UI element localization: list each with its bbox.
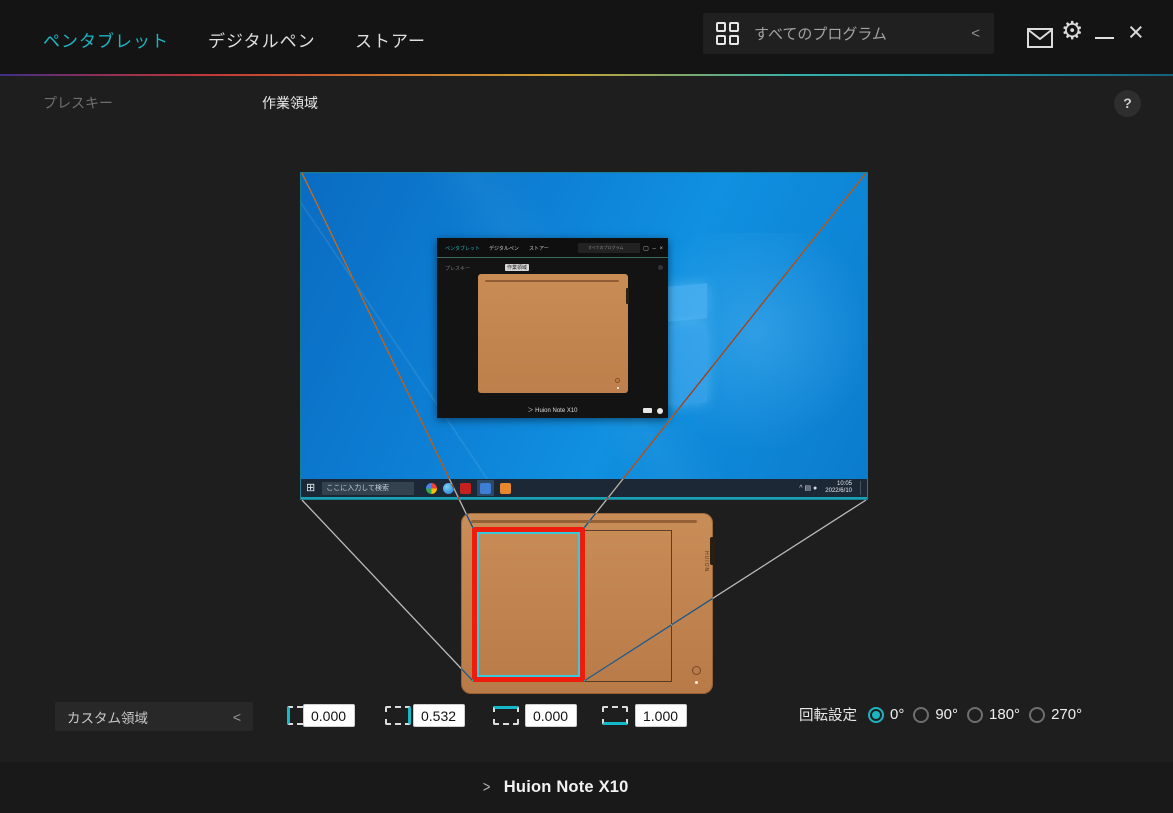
start-button-icon: ⊞ bbox=[306, 483, 315, 494]
close-button[interactable]: × bbox=[1128, 19, 1144, 46]
desktop-wallpaper: ペンタブレット デジタルペン ストアー すべてのプログラム ▢ – × プレスキ… bbox=[301, 173, 867, 479]
mini-bluetooth-icon bbox=[657, 408, 663, 414]
windows-taskbar: ⊞ ここに入力して検索 ^ ▤ ● 10:05 2022/6/10 bbox=[301, 479, 867, 499]
coord-right-input[interactable] bbox=[413, 704, 465, 727]
tablet-led bbox=[695, 681, 698, 684]
chevron-left-icon: < bbox=[233, 709, 241, 725]
device-name: Huion Note X10 bbox=[504, 778, 629, 797]
windows-logo-pane bbox=[667, 283, 707, 321]
minimize-button[interactable] bbox=[1095, 37, 1114, 39]
mini-power-button bbox=[626, 288, 629, 304]
mini-tablet-image bbox=[478, 274, 628, 393]
rotation-option-0[interactable]: 0° bbox=[868, 706, 904, 723]
program-selector-label: すべてのプログラム bbox=[754, 23, 887, 44]
system-tray: ^ ▤ ● 10:05 2022/6/10 bbox=[799, 481, 862, 495]
help-button[interactable]: ? bbox=[1114, 90, 1141, 117]
mini-window-controls: ▢ – × bbox=[643, 245, 664, 252]
power-button bbox=[710, 537, 715, 565]
coord-top-icon bbox=[493, 706, 519, 725]
radio-selected-icon[interactable] bbox=[868, 707, 884, 723]
mini-battery-icon bbox=[643, 408, 652, 413]
rotation-settings: 回転設定 0° 90° 180° 270° bbox=[799, 704, 1082, 725]
tray-glyphs: ^ ▤ ● bbox=[799, 484, 817, 492]
mapping-line-bottom-left bbox=[302, 500, 473, 681]
huion-driver-window: ペンタブレット デジタルペン ストアー すべてのプログラム < ⚙ × プレスキ… bbox=[0, 0, 1173, 813]
mini-driver-window: ペンタブレット デジタルペン ストアー すべてのプログラム ▢ – × プレスキ… bbox=[437, 238, 668, 418]
device-selector[interactable]: > Huion Note X10 bbox=[0, 762, 1173, 813]
edge-icon bbox=[443, 483, 454, 494]
mini-tab-digital-pen: デジタルペン bbox=[489, 245, 519, 252]
taskbar-app-icons bbox=[426, 479, 511, 497]
header-gradient-divider bbox=[0, 74, 1173, 76]
subnav-working-area[interactable]: 作業領域 bbox=[262, 93, 318, 113]
mini-pen-groove bbox=[485, 280, 619, 282]
coord-left-input[interactable] bbox=[303, 704, 355, 727]
coord-bottom-input[interactable] bbox=[635, 704, 687, 727]
pen-groove bbox=[471, 520, 697, 523]
all-programs-grid-icon bbox=[716, 22, 739, 45]
chrome-icon bbox=[426, 483, 437, 494]
rotation-option-90[interactable]: 90° bbox=[913, 706, 958, 723]
radio-icon[interactable] bbox=[913, 707, 929, 723]
tab-digital-pen[interactable]: デジタルペン bbox=[208, 27, 316, 52]
device-bar: > Huion Note X10 bbox=[0, 762, 1173, 813]
tab-pen-tablet[interactable]: ペンタブレット bbox=[43, 27, 169, 52]
rotation-option-label: 270° bbox=[1051, 706, 1082, 723]
app-icon-red bbox=[460, 483, 471, 494]
rotation-option-label: 0° bbox=[890, 706, 904, 723]
taskbar-search-box: ここに入力して検索 bbox=[322, 482, 414, 495]
rotation-option-180[interactable]: 180° bbox=[967, 706, 1020, 723]
mail-icon[interactable] bbox=[1027, 28, 1053, 53]
mini-working-area: 作業領域 bbox=[505, 264, 529, 271]
rotation-option-label: 180° bbox=[989, 706, 1020, 723]
radio-icon[interactable] bbox=[967, 707, 983, 723]
mini-tab-pen-tablet: ペンタブレット bbox=[445, 245, 480, 252]
coord-bottom-icon bbox=[602, 706, 628, 725]
windows-logo-pane bbox=[666, 323, 707, 406]
mini-tablet-led bbox=[617, 387, 619, 389]
area-mode-dropdown[interactable]: カスタム領域 < bbox=[55, 702, 253, 731]
taskbar-clock: 10:05 2022/6/10 bbox=[825, 481, 852, 495]
rotation-option-label: 90° bbox=[935, 706, 958, 723]
chevron-left-icon[interactable]: < bbox=[971, 25, 980, 42]
mini-press-key: プレスキー bbox=[445, 265, 470, 272]
tab-store[interactable]: ストアー bbox=[355, 27, 426, 52]
mini-help-button bbox=[658, 265, 663, 270]
monitor-preview: ペンタブレット デジタルペン ストアー すべてのプログラム ▢ – × プレスキ… bbox=[300, 172, 868, 500]
program-selector[interactable]: すべてのプログラム < bbox=[703, 13, 994, 54]
mini-tab-store: ストアー bbox=[529, 245, 549, 252]
rotation-option-270[interactable]: 270° bbox=[1029, 706, 1082, 723]
mini-device-name: ＞ Huion Note X10 bbox=[437, 405, 668, 414]
coord-right-icon bbox=[385, 706, 411, 725]
working-area-selection[interactable] bbox=[472, 527, 585, 682]
area-mode-label: カスタム領域 bbox=[67, 707, 148, 727]
mini-program-selector: すべてのプログラム bbox=[578, 243, 640, 253]
huion-app-active bbox=[477, 480, 494, 496]
coord-top-input[interactable] bbox=[525, 704, 577, 727]
header-bar: ペンタブレット デジタルペン ストアー すべてのプログラム < ⚙ × bbox=[0, 0, 1173, 76]
subnav-press-key[interactable]: プレスキー bbox=[43, 93, 113, 113]
show-desktop-sliver bbox=[860, 481, 862, 495]
working-area-inner-border bbox=[477, 532, 580, 677]
gear-icon[interactable]: ⚙ bbox=[1061, 19, 1083, 44]
mini-header: ペンタブレット デジタルペン ストアー すべてのプログラム ▢ – × bbox=[437, 238, 668, 258]
chevron-right-icon: > bbox=[483, 779, 490, 797]
radio-icon[interactable] bbox=[1029, 707, 1045, 723]
tablet-brand-text: HUION bbox=[703, 551, 709, 572]
huion-app-icon bbox=[480, 483, 491, 494]
rotation-label: 回転設定 bbox=[799, 704, 857, 725]
tablet-logo bbox=[692, 666, 701, 675]
app-icon-orange bbox=[500, 483, 511, 494]
mini-tablet-logo bbox=[615, 378, 620, 383]
